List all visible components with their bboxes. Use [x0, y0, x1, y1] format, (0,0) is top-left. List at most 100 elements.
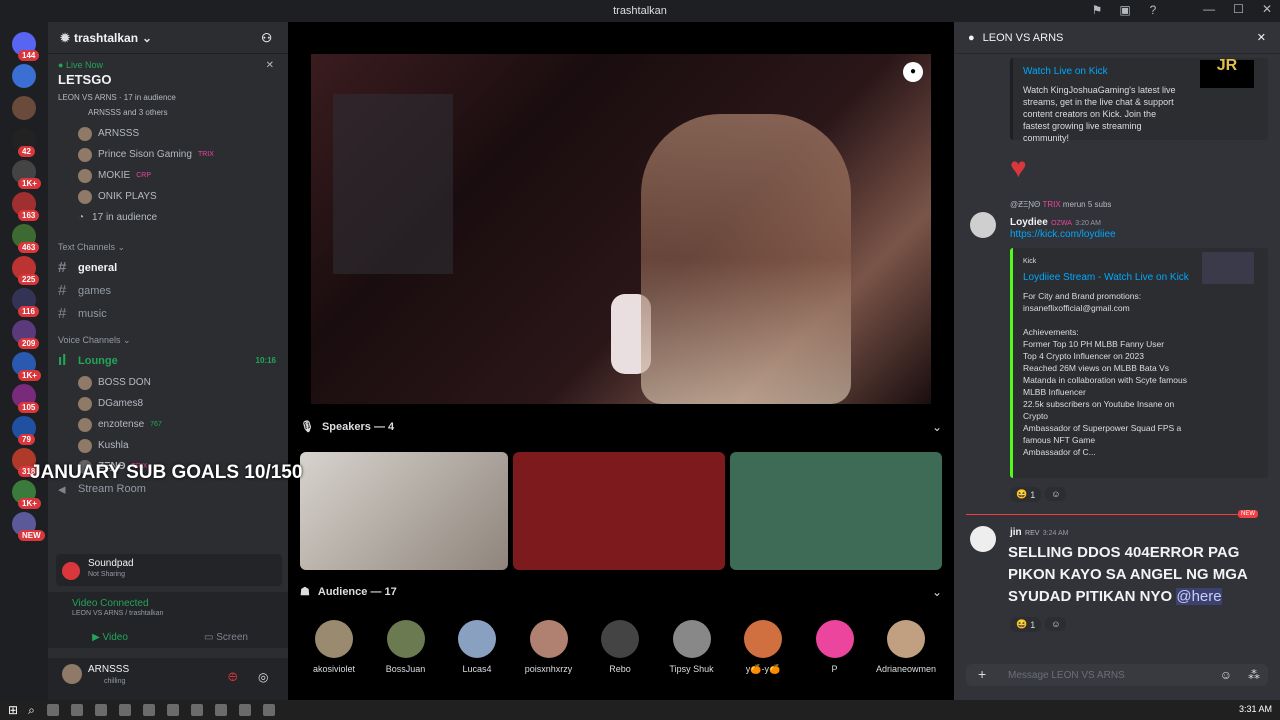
- video-subtitle: LEON VS ARNS / trashtalkan: [72, 610, 164, 617]
- close-icon[interactable]: ✕: [1262, 2, 1272, 16]
- heart-icon: ♥: [1010, 152, 1027, 183]
- server-badge: 1K+: [18, 178, 41, 189]
- reaction[interactable]: 😆 1: [1010, 617, 1042, 632]
- video-connected: Video Connected: [72, 598, 149, 609]
- server-icon[interactable]: [12, 64, 36, 88]
- user-status: chilling: [104, 678, 126, 685]
- server-badge: 163: [18, 210, 40, 221]
- add-reaction-icon[interactable]: ☺: [1045, 617, 1067, 631]
- search-icon[interactable]: ⌕: [28, 703, 35, 718]
- audience-member[interactable]: Rebo: [590, 620, 650, 674]
- avatar: [815, 620, 854, 658]
- close-icon[interactable]: ✕: [266, 60, 274, 71]
- chat-panel: ● LEON VS ARNS ✕ Watch Live on Kick Watc…: [954, 22, 1280, 700]
- audience-member[interactable]: Tipsy Shuk: [662, 620, 722, 674]
- avatar: [601, 620, 639, 658]
- taskbar-app-icon[interactable]: [262, 704, 275, 716]
- audience-member[interactable]: poisxnhxrzy: [519, 620, 579, 674]
- video-button[interactable]: ▶ Video: [56, 626, 164, 648]
- voice-channel-lounge[interactable]: ıl Lounge 10:16: [48, 349, 288, 372]
- volume-icon[interactable]: ●: [903, 62, 923, 82]
- server-badge: 209: [18, 338, 40, 349]
- taskbar-app-icon[interactable]: [214, 704, 227, 716]
- server-badge: 1K+: [18, 370, 41, 381]
- server-icon[interactable]: [12, 96, 36, 120]
- avatar: [887, 620, 925, 658]
- avatar: [458, 620, 496, 658]
- main-video[interactable]: ●: [311, 54, 931, 404]
- text-channel-games[interactable]: # games: [48, 279, 288, 302]
- speaker-tile[interactable]: [300, 452, 508, 570]
- stage-live-panel[interactable]: ● Live Now LETSGO LEON VS ARNS · 17 in a…: [48, 54, 288, 123]
- reaction[interactable]: 😆 1: [1010, 487, 1042, 502]
- stage-member[interactable]: Prince Sison Gaming TRIX: [48, 144, 288, 165]
- taskbar-app-icon[interactable]: [238, 704, 251, 716]
- audience-header[interactable]: ☗ Audience — 17: [300, 585, 397, 598]
- message-link[interactable]: https://kick.com/loydiiee: [1010, 229, 1116, 240]
- user-name[interactable]: ARNSSS: [88, 664, 129, 675]
- add-reaction-icon[interactable]: ☺: [1045, 487, 1067, 501]
- embed-description: Watch KingJoshuaGaming's latest live str…: [1023, 85, 1176, 143]
- voice-status-panel: Video Connected LEON VS ARNS / trashtalk…: [48, 592, 288, 648]
- text-channels-category[interactable]: Text Channels ⌄: [48, 238, 288, 256]
- minimize-icon[interactable]: —: [1203, 2, 1215, 16]
- speaker-tile[interactable]: [513, 452, 725, 570]
- audience-member[interactable]: P: [805, 620, 865, 674]
- lounge-member[interactable]: DGames8: [48, 393, 288, 414]
- speakers-header[interactable]: 🎙 Speakers — 4: [300, 420, 394, 433]
- stage-title: LETSGO: [58, 72, 112, 87]
- taskbar-app-icon[interactable]: [94, 704, 107, 716]
- screen-icon[interactable]: ▣: [1118, 3, 1132, 17]
- help-icon[interactable]: ?: [1146, 3, 1160, 17]
- emoji-icon[interactable]: ☺: [1220, 668, 1232, 682]
- headphones-icon[interactable]: ◎: [258, 670, 268, 684]
- user-panel: ARNSSS chilling ⨸ ◎ ⚙: [48, 658, 309, 700]
- title-bar: trashtalkan ⚑ ▣ ? — ☐ ✕: [0, 0, 1280, 22]
- plus-icon[interactable]: +: [978, 666, 986, 682]
- taskbar-app-icon[interactable]: [70, 704, 83, 716]
- voice-channels-category[interactable]: Voice Channels ⌄: [48, 331, 288, 349]
- embed-title[interactable]: Loydiiee Stream - Watch Live on Kick: [1023, 272, 1193, 284]
- guild-header[interactable]: ✹ trashtalkan ⌄ ⚇: [48, 22, 288, 54]
- close-icon[interactable]: ✕: [1257, 31, 1266, 44]
- audience-member[interactable]: y🍊-y🍊: [733, 620, 793, 675]
- soundpad-panel[interactable]: Soundpad Not Sharing: [56, 554, 282, 586]
- reply-reference[interactable]: @ƵΞƝΘ TRIX merun 5 subs: [1010, 200, 1111, 209]
- stage-member[interactable]: ARNSSS: [48, 123, 288, 144]
- apps-icon[interactable]: ⁂: [1248, 668, 1260, 682]
- audience-member[interactable]: akosiviolet: [304, 620, 364, 674]
- speaker-tile[interactable]: [730, 452, 942, 570]
- text-channel-music[interactable]: # music: [48, 302, 288, 325]
- mute-icon[interactable]: ⨸: [228, 670, 238, 685]
- stage-member[interactable]: MOKIE CRP: [48, 165, 288, 186]
- soundpad-title: Soundpad: [88, 558, 134, 569]
- screen-button[interactable]: ▭ Screen: [172, 626, 280, 648]
- inbox-icon[interactable]: ⚑: [1090, 3, 1104, 17]
- taskbar-app-icon[interactable]: [118, 704, 131, 716]
- server-badge: 105: [18, 402, 40, 413]
- clock: 3:31 AM: [1238, 704, 1272, 714]
- audience-member[interactable]: Adrianeowmen: [876, 620, 936, 674]
- taskbar-app-icon[interactable]: [190, 704, 203, 716]
- in-audience[interactable]: ◔ 17 in audience: [48, 207, 288, 228]
- stage-member[interactable]: ONIK PLAYS: [48, 186, 288, 207]
- text-channel-general[interactable]: # general: [48, 256, 288, 279]
- chevron-down-icon[interactable]: ⌄: [932, 420, 942, 434]
- taskbar-app-icon[interactable]: [166, 704, 179, 716]
- avatar: [744, 620, 782, 658]
- lounge-member[interactable]: BOSS DON: [48, 372, 288, 393]
- audience-member[interactable]: BossJuan: [376, 620, 436, 674]
- lounge-member[interactable]: Kushla: [48, 435, 288, 456]
- taskbar-app-icon[interactable]: [46, 704, 59, 716]
- gear-icon: ✹: [60, 30, 71, 45]
- windows-start-icon[interactable]: ⊞: [8, 703, 18, 717]
- stage-audience: 17 in audience: [123, 93, 176, 102]
- lounge-member[interactable]: enzotense 767: [48, 414, 288, 435]
- audience-member[interactable]: Lucas4: [447, 620, 507, 674]
- maximize-icon[interactable]: ☐: [1233, 2, 1244, 16]
- chevron-down-icon[interactable]: ⌄: [932, 585, 942, 599]
- add-member-icon[interactable]: ⚇: [261, 31, 272, 45]
- taskbar-app-icon[interactable]: [142, 704, 155, 716]
- avatar: [315, 620, 353, 658]
- avatar: [970, 526, 996, 552]
